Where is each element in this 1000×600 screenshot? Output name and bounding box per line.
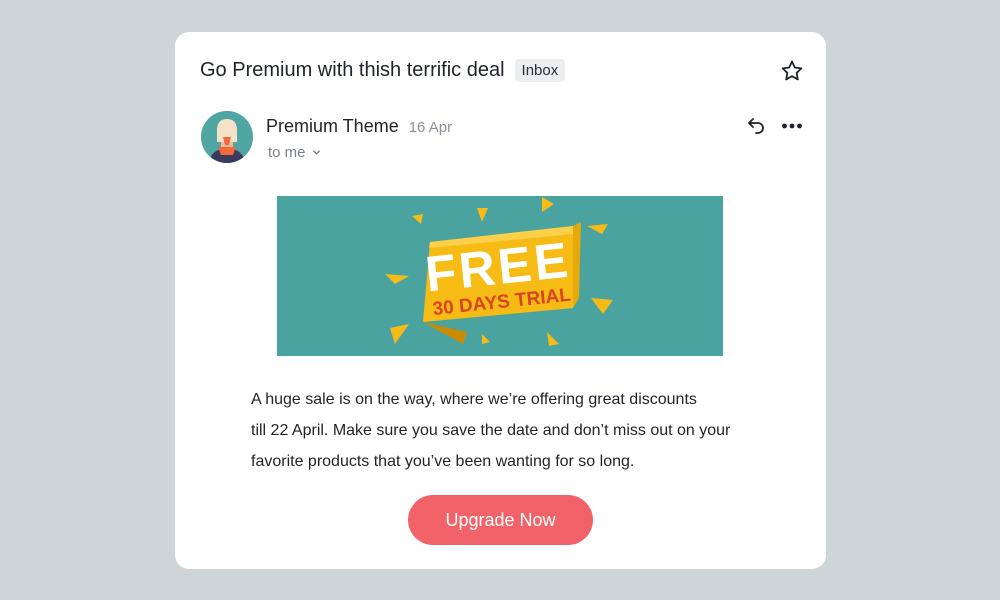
sender-block: Premium Theme 16 Apr to me: [266, 116, 452, 161]
inbox-label-badge[interactable]: Inbox: [514, 59, 566, 82]
more-horizontal-icon[interactable]: [781, 116, 803, 136]
recipient-label: to me: [268, 144, 306, 161]
recipient-details-toggle[interactable]: to me: [268, 144, 452, 161]
promo-banner[interactable]: FREE 30 DAYS TRIAL: [277, 196, 723, 356]
chevron-down-icon: [312, 150, 320, 155]
subject-row: Go Premium with thish terrific deal Inbo…: [200, 59, 566, 82]
body-line: till 22 April. Make sure you save the da…: [251, 422, 731, 439]
reply-icon[interactable]: [746, 115, 768, 137]
email-body: A huge sale is on the way, where we’re o…: [251, 384, 771, 477]
sender-avatar[interactable]: [201, 111, 253, 163]
email-card: Go Premium with thish terrific deal Inbo…: [175, 32, 826, 569]
free-trial-graphic: FREE 30 DAYS TRIAL: [277, 196, 723, 356]
upgrade-now-button[interactable]: Upgrade Now: [408, 495, 593, 545]
sender-name[interactable]: Premium Theme: [266, 116, 399, 137]
star-icon[interactable]: [780, 59, 804, 83]
body-line: favorite products that you’ve been wanti…: [251, 453, 635, 470]
body-line: A huge sale is on the way, where we’re o…: [251, 391, 697, 408]
email-date: 16 Apr: [408, 119, 453, 136]
email-subject: Go Premium with thish terrific deal: [200, 59, 505, 81]
